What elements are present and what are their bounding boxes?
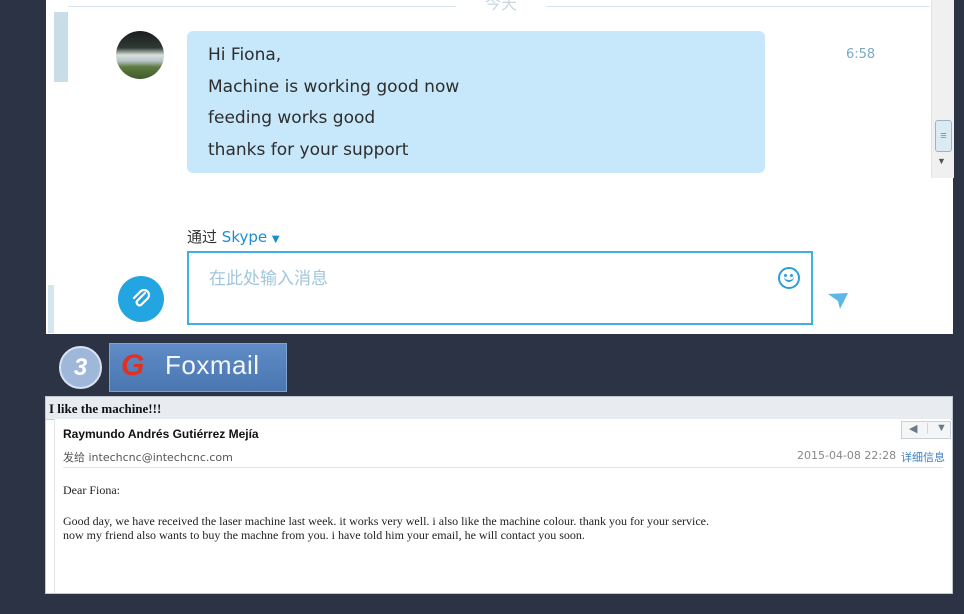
mail-date: 2015-04-08 22:28	[797, 449, 897, 462]
via-service[interactable]: Skype	[222, 228, 267, 246]
mail-body-line: now my friend also wants to buy the mach…	[63, 528, 585, 542]
email-panel: I like the machine!!! Raymundo Andrés Gu…	[45, 396, 953, 594]
chat-scrollbar[interactable]: ≡ ▼	[931, 0, 954, 178]
mail-greeting: Dear Fiona:	[63, 483, 120, 497]
divider: |	[926, 422, 929, 434]
header-separator	[63, 467, 943, 468]
message-input[interactable]: 在此处输入消息	[187, 251, 813, 325]
caret-down-icon[interactable]: ▼	[272, 234, 280, 245]
foxmail-g-icon: G	[121, 349, 145, 382]
email-subject: I like the machine!!!	[49, 401, 162, 416]
attach-button[interactable]	[118, 276, 164, 322]
left-strip	[54, 12, 68, 82]
reply-button-group[interactable]: ◀ | ▼	[901, 421, 951, 439]
scroll-thumb[interactable]: ≡	[935, 120, 952, 152]
send-via-selector[interactable]: 通过 Skype ▼	[187, 226, 280, 247]
send-button[interactable]	[826, 291, 850, 316]
foxmail-logo-text: Foxmail	[165, 350, 260, 380]
message-line: feeding works good	[208, 108, 376, 128]
message-time: 6:58	[846, 47, 876, 62]
step-badge: 3	[59, 346, 102, 389]
recipient: 发给 intechcnc@intechcnc.com	[63, 451, 233, 464]
reply-icon[interactable]: ◀	[909, 422, 917, 435]
foxmail-logo: G Foxmail	[109, 343, 287, 392]
day-label: 今天	[456, 0, 546, 14]
emoji-icon[interactable]	[778, 267, 800, 289]
more-dropdown-icon[interactable]: ▼	[936, 422, 947, 434]
subject-bar: I like the machine!!!	[46, 397, 952, 420]
sender-name[interactable]: Raymundo Andrés Gutiérrez Mejía	[63, 427, 259, 441]
via-label: 通过	[187, 228, 218, 246]
skype-chat-panel: 今天 Hi Fiona, Machine is working good now…	[46, 0, 954, 334]
message-line: Hi Fiona,	[208, 45, 282, 65]
message-bubble[interactable]: Hi Fiona, Machine is working good now fe…	[187, 31, 765, 173]
message-line: thanks for your support	[208, 140, 409, 160]
send-arrow-icon	[828, 293, 848, 309]
mail-card: Raymundo Andrés Gutiérrez Mejía 发给 intec…	[54, 419, 951, 593]
paperclip-icon	[132, 288, 151, 307]
left-strip	[48, 285, 54, 333]
input-placeholder: 在此处输入消息	[209, 269, 328, 289]
scroll-down-arrow-icon[interactable]: ▼	[937, 156, 946, 166]
message-line: Machine is working good now	[208, 77, 460, 97]
avatar[interactable]	[116, 31, 164, 79]
details-link[interactable]: 详细信息	[901, 449, 945, 465]
mail-body-line: Good day, we have received the laser mac…	[63, 514, 710, 528]
